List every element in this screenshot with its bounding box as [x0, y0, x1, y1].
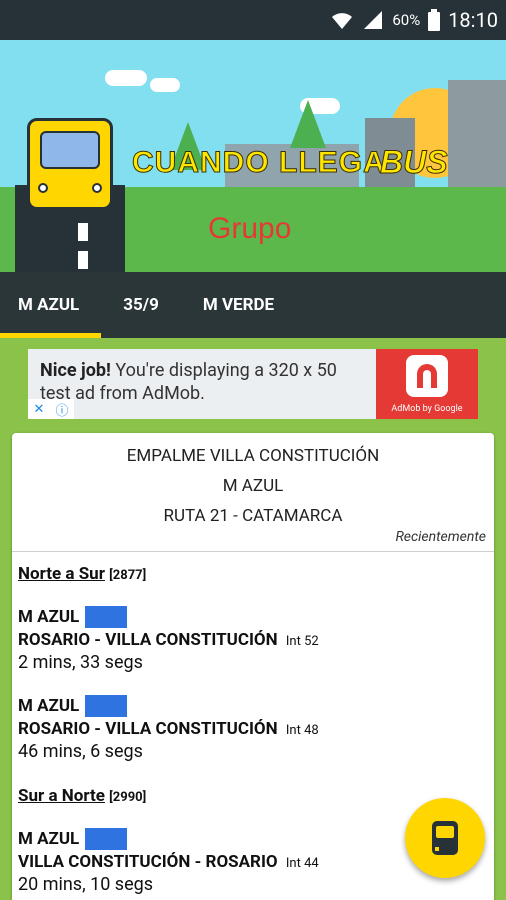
stop-header: EMPALME VILLA CONSTITUCIÓN M AZUL RUTA 2… [12, 433, 494, 535]
route-color-swatch [85, 828, 128, 850]
ad-banner[interactable]: Nice job! You're displaying a 320 x 50 t… [28, 349, 478, 419]
group-label: Grupo [208, 212, 292, 245]
arrival-item[interactable]: M AZUL ROSARIO - VILLA CONSTITUCIÓN Int … [18, 695, 488, 762]
stop-name: EMPALME VILLA CONSTITUCIÓN [126, 446, 380, 466]
internal-number: Int 44 [285, 856, 319, 871]
tab-m-azul[interactable]: M AZUL [0, 272, 102, 338]
battery-percent: 60% [392, 11, 421, 29]
eta-text: 20 mins, 10 segs [18, 874, 154, 895]
route-color-swatch [85, 695, 128, 717]
route-name: M AZUL [18, 607, 80, 627]
route-color-swatch [85, 606, 128, 628]
direction-header: Norte a Sur [2877] [18, 564, 488, 584]
route-row: M AZUL [18, 606, 488, 628]
stop-line: M AZUL [222, 476, 284, 496]
direction-header: Sur a Norte [2990] [18, 786, 488, 806]
app-title: CUANDO LLEGA [132, 146, 386, 180]
ad-text: Nice job! You're displaying a 320 x 50 t… [28, 349, 376, 419]
eta-text: 46 mins, 6 segs [18, 741, 143, 762]
close-icon[interactable]: ✕ [34, 402, 45, 417]
cloud-decoration [150, 78, 180, 92]
line-name: ROSARIO - VILLA CONSTITUCIÓN [18, 719, 278, 739]
internal-number: Int 48 [285, 723, 319, 738]
status-bar: 60% 18:10 [0, 0, 506, 40]
bus-fab-button[interactable] [405, 798, 485, 878]
line-name: ROSARIO - VILLA CONSTITUCIÓN [18, 630, 278, 650]
ad-bold-text: Nice job! [40, 360, 111, 381]
route-row: M AZUL [18, 695, 488, 717]
battery-icon [428, 9, 441, 31]
direction-label: Norte a Sur [18, 564, 105, 584]
bus-logo-icon [27, 118, 113, 210]
line-name: VILLA CONSTITUCIÓN - ROSARIO [18, 852, 278, 872]
clock: 18:10 [448, 8, 498, 32]
cloud-decoration [105, 70, 147, 86]
tree-decoration [290, 100, 326, 148]
eta-text: 2 mins, 33 segs [18, 652, 143, 673]
bus-icon [432, 821, 463, 855]
direction-label: Sur a Norte [18, 786, 105, 806]
route-name: M AZUL [18, 696, 80, 716]
line-row: ROSARIO - VILLA CONSTITUCIÓN Int 48 [18, 719, 488, 739]
wifi-icon [332, 13, 353, 29]
line-row: ROSARIO - VILLA CONSTITUCIÓN Int 52 [18, 630, 488, 650]
direction-code: [2877] [109, 568, 147, 583]
arrival-item[interactable]: M AZUL ROSARIO - VILLA CONSTITUCIÓN Int … [18, 606, 488, 673]
tab-m-verde[interactable]: M VERDE [181, 272, 296, 338]
ad-brand: AdMob by Google [391, 404, 463, 414]
header-banner: CUANDO LLEGA BUS Grupo [0, 40, 506, 272]
direction-code: [2990] [109, 790, 147, 805]
ad-choices[interactable]: ✕ ⓘ [28, 399, 74, 419]
recent-label: Recientemente [395, 529, 486, 545]
admob-logo-icon [406, 355, 448, 397]
signal-icon [364, 11, 383, 29]
tab-35-9[interactable]: 35/9 [101, 272, 181, 338]
info-icon[interactable]: ⓘ [55, 400, 68, 419]
tab-bar: M AZUL 35/9 M VERDE [0, 272, 506, 338]
route-name: M AZUL [18, 829, 80, 849]
ad-logo-panel: AdMob by Google [376, 349, 478, 419]
app-title-bus: BUS [380, 144, 449, 181]
internal-number: Int 52 [285, 634, 319, 649]
